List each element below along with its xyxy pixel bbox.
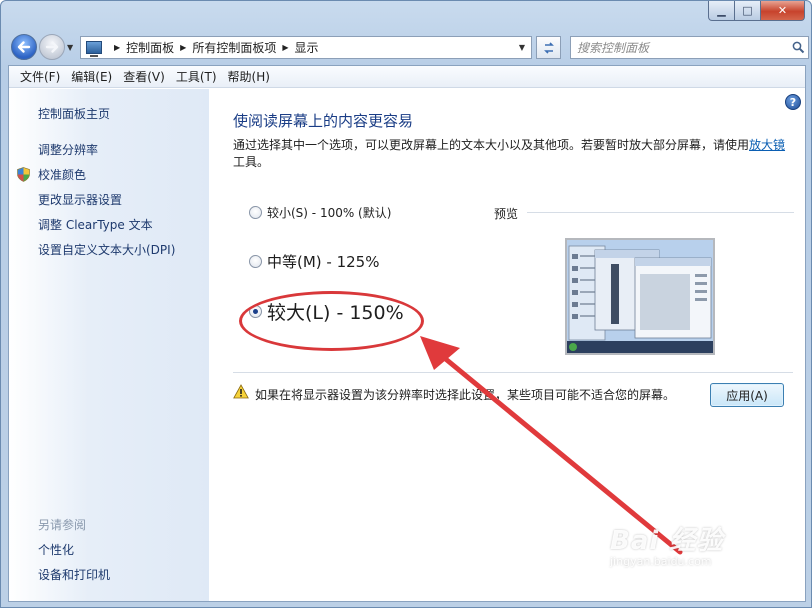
sidebar-item-calibrate-color[interactable]: 校准颜色 — [9, 166, 209, 186]
forward-button[interactable] — [39, 34, 65, 60]
sidebar-item-label: 校准颜色 — [38, 168, 87, 182]
chevron-right-icon[interactable]: ▶ — [114, 43, 120, 52]
preview-image — [565, 238, 715, 355]
see-also-personalize-link[interactable]: 个性化 — [38, 541, 74, 558]
apply-button[interactable]: 应用(A) — [710, 383, 784, 407]
option-medium-label: 中等(M) - 125% — [267, 253, 380, 271]
sidebar-item-label: 更改显示器设置 — [38, 193, 123, 207]
maximize-button[interactable]: □ — [735, 1, 761, 21]
option-medium[interactable]: 中等(M) - 125% — [249, 251, 379, 272]
shield-icon — [17, 167, 30, 182]
sidebar-home-link[interactable]: 控制面板主页 — [38, 105, 110, 122]
refresh-icon — [543, 41, 554, 54]
breadcrumb-control-panel[interactable]: 控制面板 — [126, 39, 174, 56]
sidebar-item-custom-dpi[interactable]: 设置自定义文本大小(DPI) — [9, 241, 209, 261]
sidebar-item-cleartype[interactable]: 调整 ClearType 文本 — [9, 216, 209, 236]
search-icon[interactable] — [788, 38, 808, 58]
radio-medium[interactable] — [249, 255, 262, 268]
menu-help[interactable]: 帮助(H) — [223, 66, 275, 87]
caption-buttons: ▁ □ ✕ — [708, 1, 805, 21]
preview-divider — [527, 212, 794, 213]
navigation-bar: ▼ ▶ 控制面板 ▶ 所有控制面板项 ▶ 显示 ▼ — [9, 31, 809, 61]
watermark-site: jingyan.baidu.com — [610, 555, 712, 568]
magnifier-link[interactable]: 放大镜 — [749, 138, 785, 152]
page-title: 使阅读屏幕上的内容更容易 — [233, 112, 414, 130]
address-dropdown-icon[interactable]: ▼ — [519, 43, 525, 52]
menu-bar: 文件(F) 编辑(E) 查看(V) 工具(T) 帮助(H) — [9, 66, 805, 88]
menu-tools[interactable]: 工具(T) — [171, 66, 222, 87]
menu-view[interactable]: 查看(V) — [118, 66, 170, 87]
search-box[interactable] — [570, 36, 809, 59]
watermark-logo: Bai 经验 — [610, 526, 724, 556]
sidebar-item-monitor-settings[interactable]: 更改显示器设置 — [9, 191, 209, 211]
page-description: 通过选择其中一个选项，可以更改屏幕上的文本大小以及其他项。若要暂时放大部分屏幕，… — [233, 137, 793, 171]
minimize-button[interactable]: ▁ — [708, 1, 735, 21]
close-button[interactable]: ✕ — [761, 1, 805, 21]
preview-illustration — [567, 240, 713, 353]
recent-pages-dropdown[interactable]: ▼ — [67, 43, 73, 52]
control-panel-icon — [86, 41, 102, 57]
sidebar: 控制面板主页 调整分辨率 校准颜色 更改显示器设置 调整 ClearType 文… — [9, 89, 209, 601]
breadcrumb-display[interactable]: 显示 — [295, 39, 319, 56]
refresh-button[interactable] — [536, 36, 561, 59]
section-divider — [233, 372, 793, 373]
back-arrow-icon — [17, 41, 31, 53]
annotation-ellipse — [239, 291, 424, 351]
window-frame: ▁ □ ✕ ▼ ▶ 控制面板 ▶ 所有控制面板项 ▶ 显示 ▼ 搜索控制面板 文… — [0, 0, 812, 608]
option-smaller-label: 较小(S) - 100% (默认) — [267, 206, 392, 220]
search-input[interactable] — [577, 40, 788, 55]
description-text: 通过选择其中一个选项，可以更改屏幕上的文本大小以及其他项。若要暂时放大部分屏幕，… — [233, 138, 750, 152]
breadcrumb-all-items[interactable]: 所有控制面板项 — [192, 39, 276, 56]
radio-smaller[interactable] — [249, 206, 262, 219]
warning-text: 如果在将显示器设置为该分辨率时选择此设置，某些项目可能不适合您的屏幕。 — [255, 388, 676, 402]
sidebar-item-label: 设置自定义文本大小(DPI) — [38, 243, 176, 257]
chevron-right-icon[interactable]: ▶ — [282, 43, 288, 52]
preview-label: 预览 — [494, 207, 519, 221]
sidebar-item-resolution[interactable]: 调整分辨率 — [9, 141, 209, 161]
menu-file[interactable]: 文件(F) — [15, 66, 65, 87]
forward-arrow-icon — [45, 41, 59, 53]
sidebar-item-label: 调整 ClearType 文本 — [38, 218, 153, 232]
option-smaller[interactable]: 较小(S) - 100% (默认) — [249, 204, 391, 221]
baidu-jingyan-watermark: Bai 经验 jingyan.baidu.com — [610, 520, 723, 568]
chevron-right-icon[interactable]: ▶ — [180, 43, 186, 52]
sidebar-item-label: 调整分辨率 — [38, 143, 99, 157]
see-also-heading: 另请参阅 — [38, 518, 87, 532]
warning-icon — [233, 384, 249, 399]
see-also-devices-printers-link[interactable]: 设备和打印机 — [38, 566, 110, 583]
address-bar[interactable]: ▶ 控制面板 ▶ 所有控制面板项 ▶ 显示 ▼ — [80, 36, 532, 59]
help-icon[interactable]: ? — [785, 94, 801, 110]
menu-edit[interactable]: 编辑(E) — [66, 66, 117, 87]
back-button[interactable] — [11, 34, 37, 60]
description-suffix: 工具。 — [233, 155, 270, 169]
